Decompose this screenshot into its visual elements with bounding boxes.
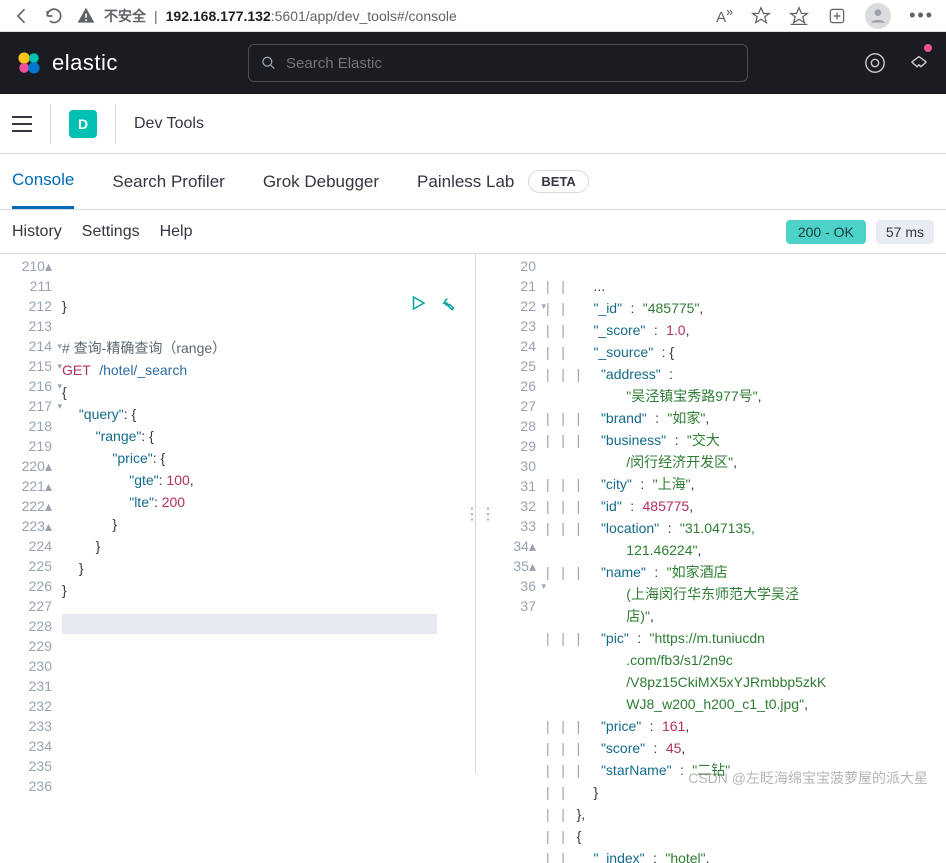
browser-toolbar: 不安全 | 192.168.177.132:5601/app/dev_tools… <box>0 0 946 32</box>
response-gutter: 202122232425262728293031323334353637 <box>484 254 546 774</box>
console-editor: 2102112122132142152162172182192202212222… <box>0 254 946 774</box>
search-input[interactable] <box>286 55 735 72</box>
elastic-wordmark: elastic <box>52 50 118 76</box>
newsfeed-icon[interactable] <box>908 52 930 74</box>
read-aloud-icon[interactable]: A» <box>716 5 733 26</box>
help-icon[interactable] <box>864 52 886 74</box>
url-text: 192.168.177.132:5601/app/dev_tools#/cons… <box>166 8 457 24</box>
elastic-header: elastic <box>0 32 946 94</box>
profile-avatar[interactable] <box>865 3 891 29</box>
address-bar[interactable]: 不安全 | 192.168.177.132:5601/app/dev_tools… <box>76 6 704 26</box>
request-gutter: 2102112122132142152162172182192202212222… <box>0 254 62 774</box>
request-pane[interactable]: 2102112122132142152162172182192202212222… <box>0 254 476 774</box>
watermark: CSDN @左眨海绵宝宝菠萝屋的派大星 <box>688 768 928 788</box>
warning-icon <box>76 6 96 26</box>
response-pane[interactable]: 202122232425262728293031323334353637 | |… <box>484 254 946 774</box>
back-icon[interactable] <box>12 6 32 26</box>
refresh-icon[interactable] <box>44 6 64 26</box>
beta-badge: BETA <box>528 170 588 193</box>
request-code[interactable]: } # 查询-精确查询（range） GET /hotel/_search { … <box>62 254 475 774</box>
notification-badge <box>924 44 932 52</box>
apps-icon[interactable] <box>827 6 847 26</box>
pane-splitter[interactable]: ⋮⋮ <box>476 254 484 774</box>
global-search[interactable] <box>248 44 748 82</box>
tabs: Console Search Profiler Grok Debugger Pa… <box>0 154 946 210</box>
response-code[interactable]: | | ... | | "_id" : "485775", | | "_scor… <box>546 254 946 774</box>
favorite-icon[interactable] <box>751 6 771 26</box>
tab-grok-debugger[interactable]: Grok Debugger <box>263 156 379 208</box>
console-toolbar: History Settings Help 200 - OK 57 ms <box>0 210 946 254</box>
wrench-icon[interactable] <box>437 294 455 312</box>
tab-painless-lab[interactable]: Painless Lab <box>417 156 514 208</box>
insecure-label: 不安全 <box>104 6 146 26</box>
app-subheader: D Dev Tools <box>0 94 946 154</box>
help-link[interactable]: Help <box>160 223 193 241</box>
app-title: Dev Tools <box>134 115 204 133</box>
status-badge: 200 - OK <box>786 220 866 244</box>
latency-badge: 57 ms <box>876 220 934 244</box>
elastic-logo[interactable]: elastic <box>16 50 118 76</box>
more-icon[interactable]: ••• <box>909 5 934 26</box>
search-icon <box>261 55 276 71</box>
play-icon[interactable] <box>409 294 427 312</box>
tab-console[interactable]: Console <box>12 154 74 209</box>
request-actions <box>409 294 455 312</box>
history-link[interactable]: History <box>12 223 62 241</box>
elastic-logo-icon <box>16 50 42 76</box>
collections-icon[interactable] <box>789 6 809 26</box>
menu-icon[interactable] <box>12 116 32 132</box>
settings-link[interactable]: Settings <box>82 223 140 241</box>
app-badge[interactable]: D <box>69 110 97 138</box>
tab-search-profiler[interactable]: Search Profiler <box>112 156 224 208</box>
